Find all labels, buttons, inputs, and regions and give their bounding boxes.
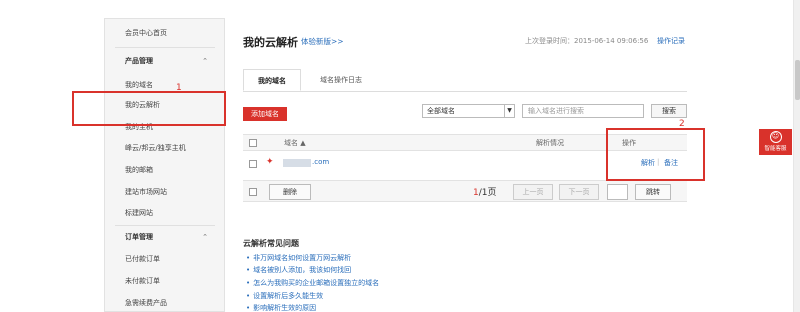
chevron-up-icon: ⌃ xyxy=(202,57,208,65)
sidebar-item-site-market[interactable]: 建站市场网站 xyxy=(105,184,224,200)
operation-log-link[interactable]: 操作记录 xyxy=(657,36,685,46)
faq-link[interactable]: • 怎么为我购买的企业邮箱设置独立的域名 xyxy=(246,278,379,288)
sidebar-item-unpaid-orders[interactable]: 未付款订单 xyxy=(105,273,224,289)
bullet-icon: • xyxy=(246,304,251,312)
domain-filter-select[interactable]: 全部域名 ▼ xyxy=(422,104,515,118)
sidebar-section-product[interactable]: 产品管理 ⌃ xyxy=(105,53,224,69)
sidebar: 会员中心首页 产品管理 ⌃ 我的域名 我的云解析 我的主机 峰云/邦云/独享主机… xyxy=(104,18,225,312)
annotation-number-2: 2 xyxy=(679,119,685,129)
select-all-checkbox[interactable] xyxy=(249,139,257,147)
faq-link-label: 设置解析后多久能生效 xyxy=(253,292,324,300)
headset-icon: ☺ xyxy=(769,131,782,143)
bullet-icon: • xyxy=(246,254,251,262)
sidebar-section-order[interactable]: 订单管理 ⌃ xyxy=(105,229,224,245)
sort-arrow-icon: ▲ xyxy=(300,139,306,147)
try-new-version-link[interactable]: 体验新版>> xyxy=(301,36,344,47)
faq-link[interactable]: • 域名被别人添加，我该如何找回 xyxy=(246,265,351,275)
next-page-button[interactable]: 下一页 xyxy=(559,184,599,200)
faq-link[interactable]: • 设置解析后多久能生效 xyxy=(246,291,323,301)
page-info: 1/1页 xyxy=(473,185,497,198)
bullet-icon: • xyxy=(246,279,251,287)
faq-link-label: 域名被别人添加，我该如何找回 xyxy=(253,266,352,274)
annotation-number-1: 1 xyxy=(176,83,182,93)
page-scrollbar[interactable] xyxy=(793,0,800,312)
column-status: 解析情况 xyxy=(536,139,564,147)
sidebar-item-my-mail[interactable]: 我的邮箱 xyxy=(105,162,224,178)
footer-select-all-checkbox[interactable] xyxy=(249,188,257,196)
bullet-icon: • xyxy=(246,292,251,300)
faq-link-label: 怎么为我购买的企业邮箱设置独立的域名 xyxy=(253,279,380,287)
sidebar-item-home[interactable]: 会员中心首页 xyxy=(105,25,224,41)
faq-link-label: 影响解析生效的原因 xyxy=(253,304,317,312)
domain-filter-value: 全部域名 xyxy=(427,107,455,115)
row-checkbox[interactable] xyxy=(249,160,257,168)
tab-domain-log[interactable]: 域名操作日志 xyxy=(306,69,376,91)
tab-my-domains[interactable]: 我的域名 xyxy=(243,69,301,91)
chevron-up-icon: ⌃ xyxy=(202,233,208,241)
sidebar-section-label: 订单管理 xyxy=(125,233,153,241)
faq-title: 云解析常见问题 xyxy=(243,239,299,248)
chevron-down-icon: ▼ xyxy=(504,105,514,117)
delete-button[interactable]: 删除 xyxy=(269,184,311,200)
last-login-time: 上次登录时间：2015-06-14 09:06:56 xyxy=(525,37,649,45)
sidebar-item-cloud-hosts[interactable]: 峰云/邦云/独享主机 xyxy=(105,140,224,156)
total-pages: /1页 xyxy=(478,188,497,198)
domain-name-redacted xyxy=(283,159,311,167)
page-root: 会员中心首页 产品管理 ⌃ 我的域名 我的云解析 我的主机 峰云/邦云/独享主机… xyxy=(0,0,800,312)
smart-service-label: 智能客服 xyxy=(764,146,787,152)
sidebar-divider xyxy=(115,225,215,226)
faq-link[interactable]: • 非万网域名如何设置万网云解析 xyxy=(246,253,351,263)
scrollbar-thumb[interactable] xyxy=(795,60,800,100)
sidebar-item-standard-site[interactable]: 标建网站 xyxy=(105,205,224,221)
wanwang-logo-icon: ✦ xyxy=(266,157,274,167)
sidebar-item-paid-orders[interactable]: 已付款订单 xyxy=(105,251,224,267)
faq-link-label: 非万网域名如何设置万网云解析 xyxy=(253,254,352,262)
domain-name-link[interactable]: .com xyxy=(312,158,329,166)
search-button[interactable]: 搜索 xyxy=(651,104,687,118)
tabs-divider xyxy=(243,91,687,92)
smart-service-button[interactable]: ☺ 智能客服 xyxy=(759,129,792,155)
annotation-box-1 xyxy=(72,91,226,126)
sidebar-item-renewal[interactable]: 急需续费产品 xyxy=(105,295,224,311)
sidebar-section-label: 产品管理 xyxy=(125,57,153,65)
add-domain-button[interactable]: 添加域名 xyxy=(243,107,287,121)
faq-link[interactable]: • 影响解析生效的原因 xyxy=(246,303,316,312)
prev-page-button[interactable]: 上一页 xyxy=(513,184,553,200)
page-number-input[interactable] xyxy=(607,184,628,200)
column-domain-label: 域名 xyxy=(284,139,298,147)
table-footer: 删除 1/1页 上一页 下一页 跳转 xyxy=(243,180,687,202)
page-title: 我的云解析 xyxy=(243,36,298,49)
sidebar-divider xyxy=(115,47,215,48)
jump-button[interactable]: 跳转 xyxy=(635,184,671,200)
annotation-box-2 xyxy=(606,128,705,181)
domain-search-input[interactable]: 输入域名进行搜索 xyxy=(522,104,644,118)
column-domain[interactable]: 域名 ▲ xyxy=(284,138,306,148)
bullet-icon: • xyxy=(246,266,251,274)
